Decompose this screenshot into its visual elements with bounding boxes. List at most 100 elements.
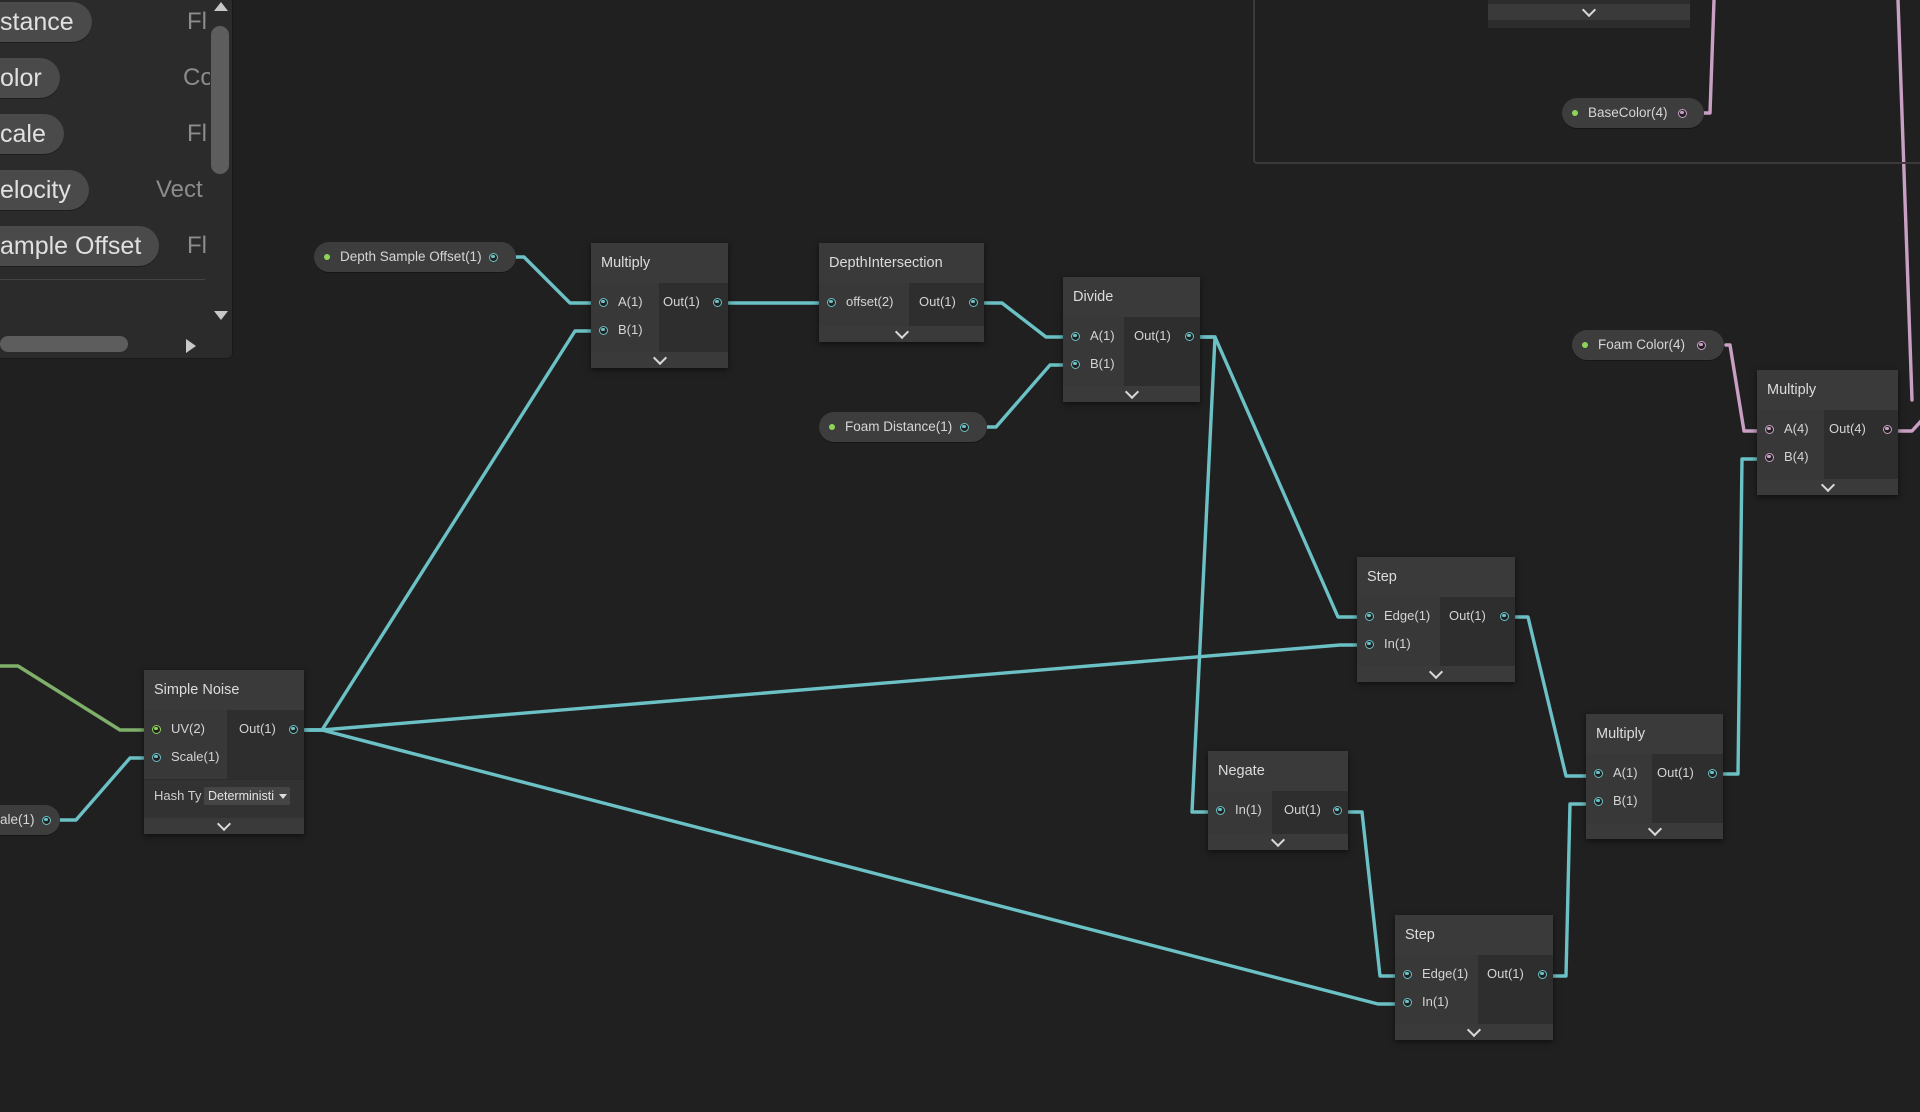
output-port[interactable] xyxy=(1500,611,1509,621)
hash-type-dropdown[interactable]: Deterministi xyxy=(204,787,290,805)
property-node-scale[interactable]: ale(1) xyxy=(0,805,60,835)
blackboard-property[interactable]: olor Co xyxy=(0,58,220,100)
node-divide[interactable]: Divide A(1) B(1) Out(1) xyxy=(1063,277,1200,402)
output-slot[interactable]: Out(1) xyxy=(1478,960,1553,988)
input-port[interactable] xyxy=(1071,359,1080,369)
property-label: Foam Distance(1) xyxy=(845,419,953,434)
output-port[interactable] xyxy=(1185,331,1194,341)
input-port[interactable] xyxy=(1594,768,1603,778)
node-multiply[interactable]: Multiply A(4) B(4) Out(4) xyxy=(1757,370,1898,495)
slot-label: Out(1) xyxy=(1449,608,1486,623)
blackboard-property[interactable]: elocity Vect xyxy=(0,170,220,212)
horizontal-scroll-thumb[interactable] xyxy=(0,336,128,352)
node-expand-bar[interactable] xyxy=(144,816,304,834)
node-title[interactable]: Divide xyxy=(1063,277,1200,317)
output-port[interactable] xyxy=(969,297,978,307)
node-multiply[interactable]: Multiply A(1) B(1) Out(1) xyxy=(1586,714,1723,839)
output-port[interactable] xyxy=(1538,969,1547,979)
scroll-up-icon[interactable] xyxy=(214,2,228,11)
property-node-foam-distance[interactable]: Foam Distance(1) xyxy=(819,412,987,442)
node-expand-bar[interactable] xyxy=(1063,384,1200,402)
node-outputs: Out(1) xyxy=(1652,754,1723,823)
input-port[interactable] xyxy=(152,752,161,762)
node-negate[interactable]: Negate In(1) Out(1) xyxy=(1208,751,1348,850)
scroll-down-icon[interactable] xyxy=(214,311,228,320)
input-port[interactable] xyxy=(599,325,608,335)
output-slot[interactable]: Out(4) xyxy=(1824,415,1898,443)
node-expand-bar[interactable] xyxy=(591,350,728,368)
node-expand-bar[interactable] xyxy=(1395,1022,1553,1040)
input-port[interactable] xyxy=(599,297,608,307)
output-port[interactable] xyxy=(960,422,969,432)
property-name-pill[interactable]: elocity xyxy=(0,170,89,210)
property-type: Fl xyxy=(187,120,207,147)
property-node-base-color[interactable]: BaseColor(4) xyxy=(1562,98,1704,128)
slot-label: In(1) xyxy=(1384,636,1411,651)
output-slot[interactable]: Out(1) xyxy=(227,715,304,743)
node-expand-bar[interactable] xyxy=(1488,2,1690,20)
node-depth-intersection[interactable]: DepthIntersection offset(2) Out(1) xyxy=(819,243,984,342)
node-title[interactable]: DepthIntersection xyxy=(819,243,984,283)
input-port[interactable] xyxy=(1216,805,1225,815)
node-inputs: In(1) xyxy=(1208,791,1272,834)
output-slot[interactable]: Out(1) xyxy=(1124,322,1200,350)
property-name-pill[interactable]: cale xyxy=(0,114,64,154)
input-port[interactable] xyxy=(1071,331,1080,341)
blackboard-property[interactable]: stance Fl xyxy=(0,2,220,44)
node-multiply[interactable]: Multiply A(1) B(1) Out(1) xyxy=(591,243,728,368)
node-title[interactable]: Multiply xyxy=(591,243,728,283)
output-port[interactable] xyxy=(1883,424,1892,434)
input-port[interactable] xyxy=(1765,424,1774,434)
output-slot[interactable]: Out(1) xyxy=(1440,602,1515,630)
node-expand-bar[interactable] xyxy=(1357,664,1515,682)
property-node-foam-color[interactable]: Foam Color(4) xyxy=(1572,330,1724,360)
output-port[interactable] xyxy=(489,252,498,262)
blackboard-property[interactable]: cale Fl xyxy=(0,114,220,156)
output-slot[interactable]: Out(1) xyxy=(1652,759,1723,787)
output-port[interactable] xyxy=(42,815,51,825)
output-port[interactable] xyxy=(713,297,722,307)
scroll-right-icon[interactable] xyxy=(186,339,196,353)
input-port[interactable] xyxy=(1403,997,1412,1007)
output-slot[interactable]: Out(1) xyxy=(909,288,984,316)
node-expand-bar[interactable] xyxy=(1208,832,1348,850)
input-port[interactable] xyxy=(1403,969,1412,979)
input-port[interactable] xyxy=(827,297,836,307)
node-title[interactable]: Multiply xyxy=(1757,370,1898,410)
property-name-pill[interactable]: stance xyxy=(0,2,92,42)
node-simple-noise[interactable]: Simple Noise UV(2) Scale(1) Out(1) Hash … xyxy=(144,670,304,834)
node-title[interactable]: Negate xyxy=(1208,751,1348,791)
node-expand-bar[interactable] xyxy=(1586,821,1723,839)
output-port[interactable] xyxy=(1678,108,1687,118)
input-port[interactable] xyxy=(1365,639,1374,649)
output-slot[interactable]: Out(1) xyxy=(1272,796,1348,824)
node-title[interactable]: Step xyxy=(1357,557,1515,597)
input-port[interactable] xyxy=(1594,796,1603,806)
input-port[interactable] xyxy=(152,724,161,734)
slot-label: Out(1) xyxy=(663,294,700,309)
node-expand-bar[interactable] xyxy=(819,324,984,342)
blackboard-property[interactable]: ample Offset Fl xyxy=(0,226,220,268)
input-port[interactable] xyxy=(1365,611,1374,621)
output-port[interactable] xyxy=(1708,768,1717,778)
output-port[interactable] xyxy=(289,724,298,734)
offscreen-node[interactable] xyxy=(1488,0,1690,28)
node-title[interactable]: Simple Noise xyxy=(144,670,304,710)
vertical-scroll-thumb[interactable] xyxy=(211,26,229,174)
property-name-pill[interactable]: olor xyxy=(0,58,60,98)
node-title[interactable]: Step xyxy=(1395,915,1553,955)
node-step[interactable]: Step Edge(1) In(1) Out(1) xyxy=(1395,915,1553,1040)
node-step[interactable]: Step Edge(1) In(1) Out(1) xyxy=(1357,557,1515,682)
node-expand-bar[interactable] xyxy=(1757,477,1898,495)
output-slot[interactable]: Out(1) xyxy=(659,288,728,316)
output-port[interactable] xyxy=(1697,340,1706,350)
node-title[interactable]: Multiply xyxy=(1586,714,1723,754)
property-node-depth-sample-offset[interactable]: Depth Sample Offset(1) xyxy=(314,242,516,272)
property-label: BaseColor(4) xyxy=(1588,105,1668,120)
slot-label: B(1) xyxy=(618,322,643,337)
property-label: Foam Color(4) xyxy=(1598,337,1686,352)
node-outputs: Out(1) xyxy=(1478,955,1553,1024)
input-port[interactable] xyxy=(1765,452,1774,462)
property-name-pill[interactable]: ample Offset xyxy=(0,226,160,266)
output-port[interactable] xyxy=(1333,805,1342,815)
